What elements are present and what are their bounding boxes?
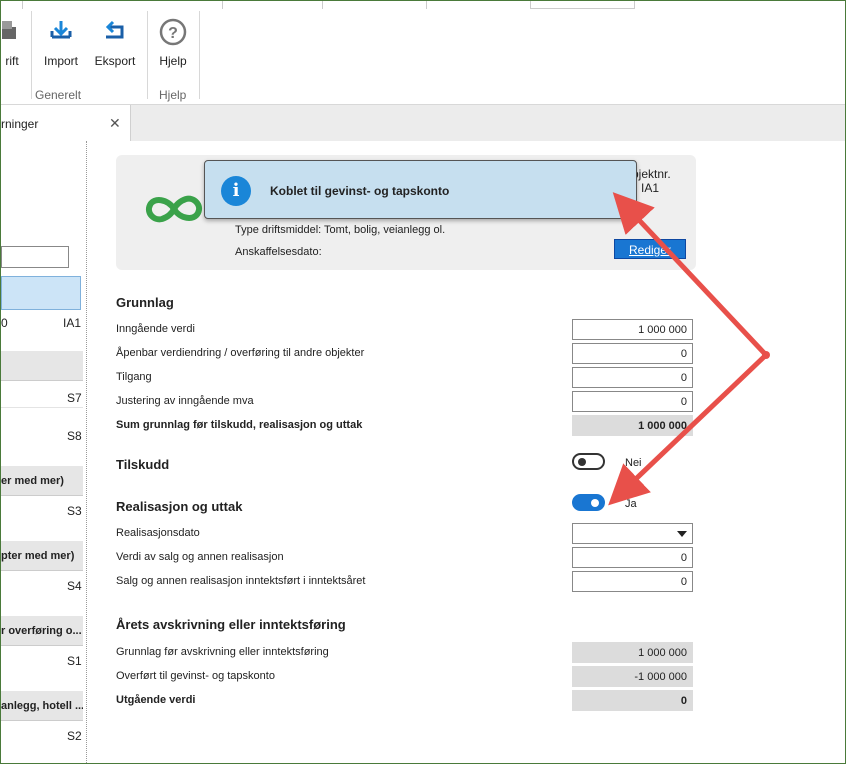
list-item-code[interactable]: S2 bbox=[67, 729, 82, 743]
list-group-header[interactable]: pter med mer) bbox=[1, 541, 83, 571]
field-label: Sum grunnlag før tilskudd, realisasjon o… bbox=[116, 419, 363, 431]
import-button[interactable]: Import bbox=[39, 17, 83, 68]
toggle-knob bbox=[591, 499, 599, 507]
ribbon-divider bbox=[31, 11, 32, 99]
list-group-header[interactable]: anlegg, hotell ... bbox=[1, 691, 83, 721]
field-label: Inngående verdi bbox=[116, 323, 195, 335]
document-tab-label: rninger bbox=[1, 117, 39, 131]
list-item-code[interactable]: S4 bbox=[67, 579, 82, 593]
realization-date-select[interactable] bbox=[572, 523, 693, 544]
object-number-label: bjektnr. bbox=[632, 167, 671, 181]
ribbon: rift Import Eksport ? Hjelp Generelt Hje… bbox=[0, 1, 845, 105]
export-label: Eksport bbox=[94, 54, 136, 68]
export-button[interactable]: Eksport bbox=[93, 17, 137, 68]
ribbon-tab-strip bbox=[1, 1, 845, 9]
ribbon-tab[interactable] bbox=[223, 1, 323, 9]
closing-value: 0 bbox=[572, 690, 693, 711]
print-label: rift bbox=[5, 54, 19, 68]
ribbon-tab[interactable] bbox=[1, 1, 23, 9]
close-icon[interactable]: ✕ bbox=[109, 115, 121, 132]
list-group-header[interactable] bbox=[1, 351, 83, 381]
document-tab[interactable]: rninger ✕ bbox=[1, 105, 131, 141]
info-notification: i Koblet til gevinst- og tapskonto bbox=[204, 160, 637, 219]
list-item-code[interactable]: S7 bbox=[67, 391, 82, 405]
ribbon-divider bbox=[147, 11, 148, 99]
import-icon bbox=[46, 21, 76, 50]
info-icon: i bbox=[221, 176, 251, 206]
field-label: Realisasjonsdato bbox=[116, 527, 200, 539]
field-label: Verdi av salg og annen realisasjon bbox=[116, 551, 284, 563]
field-label: Utgående verdi bbox=[116, 694, 196, 706]
transferred-value: -1 000 000 bbox=[572, 666, 693, 687]
list-item-code[interactable]: S8 bbox=[67, 429, 82, 443]
addition-input[interactable]: 0 bbox=[572, 367, 693, 388]
sale-value-input[interactable]: 0 bbox=[572, 547, 693, 568]
field-label: Åpenbar verdiendring / overføring til an… bbox=[116, 347, 365, 359]
sale-income-input[interactable]: 0 bbox=[572, 571, 693, 592]
grant-toggle-label: Nei bbox=[625, 457, 642, 469]
svg-text:?: ? bbox=[168, 25, 178, 42]
list-item-code: IA1 bbox=[63, 316, 82, 330]
ribbon-divider bbox=[199, 11, 200, 99]
section-title-realisasjon: Realisasjon og uttak bbox=[116, 499, 243, 514]
grant-toggle[interactable] bbox=[572, 453, 605, 470]
list-group-header[interactable]: er med mer) bbox=[1, 466, 83, 496]
export-icon bbox=[100, 20, 130, 50]
help-label: Hjelp bbox=[159, 54, 187, 68]
document-tab-strip: rninger ✕ bbox=[1, 105, 845, 141]
list-divider bbox=[1, 407, 83, 408]
help-button[interactable]: ? Hjelp bbox=[153, 17, 193, 68]
print-button[interactable]: rift bbox=[0, 17, 23, 68]
value-change-input[interactable]: 0 bbox=[572, 343, 693, 364]
section-title-grunnlag: Grunnlag bbox=[116, 295, 174, 310]
field-label: Grunnlag før avskrivning eller inntektsf… bbox=[116, 646, 329, 658]
object-list-panel: 0 IA1 S7 S8 er med mer) S3 pter med mer)… bbox=[1, 141, 87, 763]
group-label-hjelp: Hjelp bbox=[159, 88, 187, 102]
edit-button[interactable]: Rediger bbox=[614, 239, 686, 259]
group-label-generelt: Generelt bbox=[35, 88, 82, 102]
vat-adjustment-input[interactable]: 0 bbox=[572, 391, 693, 412]
print-icon bbox=[0, 21, 22, 48]
list-item-code[interactable]: S1 bbox=[67, 654, 82, 668]
field-label: Tilgang bbox=[116, 371, 152, 383]
ribbon-tab[interactable] bbox=[427, 1, 531, 9]
notification-message: Koblet til gevinst- og tapskonto bbox=[270, 184, 450, 198]
main-content: bjektnr. IA1 Type driftsmiddel: Tomt, bo… bbox=[89, 141, 845, 763]
field-label: Salg og annen realisasjon inntektsført i… bbox=[116, 575, 366, 587]
infinity-logo bbox=[142, 191, 206, 227]
chevron-down-icon bbox=[677, 531, 687, 537]
ribbon-tab[interactable] bbox=[531, 1, 635, 9]
search-input[interactable] bbox=[1, 246, 69, 268]
depreciation-basis-value: 1 000 000 bbox=[572, 642, 693, 663]
toggle-knob bbox=[578, 458, 586, 466]
acquisition-date-text: Anskaffelsesdato: bbox=[235, 246, 322, 258]
section-title-avskrivning: Årets avskrivning eller inntektsføring bbox=[116, 617, 346, 632]
selected-list-item[interactable] bbox=[1, 276, 81, 310]
help-icon: ? bbox=[158, 18, 188, 50]
realization-toggle[interactable] bbox=[572, 494, 605, 511]
import-label: Import bbox=[43, 54, 78, 68]
list-item-value: 0 bbox=[1, 316, 8, 330]
field-label: Overført til gevinst- og tapskonto bbox=[116, 670, 275, 682]
list-item-code[interactable]: S3 bbox=[67, 504, 82, 518]
opening-value-input[interactable]: 1 000 000 bbox=[572, 319, 693, 340]
ribbon-tab[interactable] bbox=[323, 1, 427, 9]
section-title-tilskudd: Tilskudd bbox=[116, 457, 170, 472]
sum-basis-value: 1 000 000 bbox=[572, 415, 693, 436]
object-number-value: IA1 bbox=[641, 181, 660, 195]
list-group-header[interactable]: r overføring o... bbox=[1, 616, 83, 646]
ribbon-tab[interactable] bbox=[23, 1, 223, 9]
realization-toggle-label: Ja bbox=[625, 498, 637, 510]
asset-type-text: Type driftsmiddel: Tomt, bolig, veianleg… bbox=[235, 224, 446, 236]
field-label: Justering av inngående mva bbox=[116, 395, 254, 407]
